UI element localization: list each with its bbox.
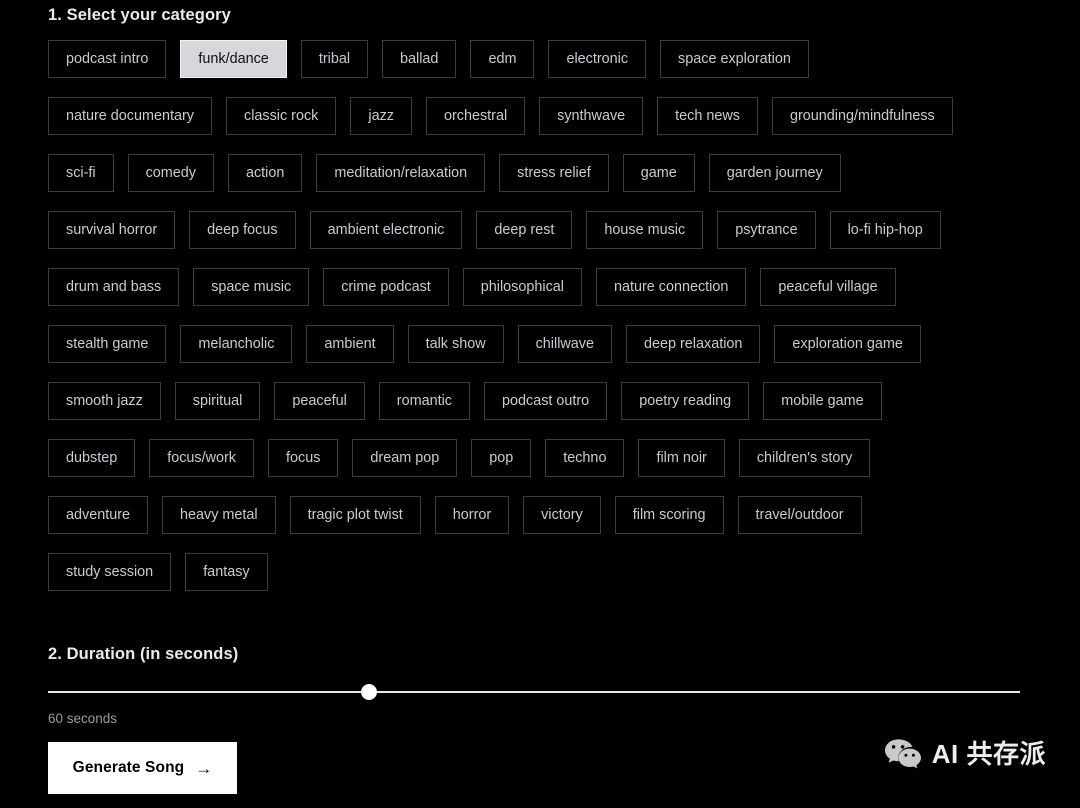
watermark-text: AI 共存派 (931, 739, 1046, 769)
category-chip[interactable]: psytrance (717, 211, 816, 249)
category-chip[interactable]: house music (586, 211, 704, 249)
category-chip[interactable]: electronic (548, 40, 647, 78)
category-chip[interactable]: victory (523, 496, 601, 534)
category-chip[interactable]: dubstep (48, 439, 136, 477)
category-chip[interactable]: deep rest (476, 211, 573, 249)
category-chip[interactable]: sci-fi (48, 154, 114, 192)
category-chip[interactable]: action (227, 154, 303, 192)
duration-section: 2. Duration (in seconds) 60 seconds (48, 639, 1032, 727)
category-chip[interactable]: podcast intro (48, 40, 167, 78)
category-chip-row: sci-fi comedy action meditation/relaxation s… (48, 154, 1032, 192)
category-chip[interactable]: game (622, 154, 695, 192)
category-chip[interactable]: grounding/mindfulness (771, 97, 953, 135)
category-chip-grid: podcast intro funk/dance tribal ballad edm el… (48, 40, 1032, 591)
category-chip[interactable]: chillwave (517, 325, 612, 363)
category-chip[interactable]: stealth game (48, 325, 167, 363)
category-chip[interactable]: focus/work (149, 439, 254, 477)
category-chip[interactable]: ambient (306, 325, 394, 363)
category-chip[interactable]: crime podcast (323, 268, 449, 306)
category-chip[interactable]: classic rock (226, 97, 337, 135)
duration-value-label: 60 seconds (48, 711, 118, 726)
category-chip[interactable]: mobile game (763, 382, 882, 420)
arrow-right-icon: → (195, 758, 213, 778)
category-chip[interactable]: synthwave (539, 97, 644, 135)
category-chip[interactable]: peaceful village (760, 268, 896, 306)
category-chip-row: smooth jazz spiritual peaceful romantic podc… (48, 382, 1032, 420)
category-chip[interactable]: fantasy (185, 553, 268, 591)
category-chip[interactable]: space exploration (660, 40, 809, 78)
category-chip[interactable]: drum and bass (48, 268, 180, 306)
category-chip[interactable]: horror (434, 496, 510, 534)
category-chip[interactable]: orchestral (425, 97, 526, 135)
category-chip[interactable]: podcast outro (483, 382, 608, 420)
category-chip[interactable]: pop (471, 439, 532, 477)
category-chip-row: dubstep focus/work focus dream pop pop techno… (48, 439, 1032, 477)
generate-song-button[interactable]: Generate Song → (48, 742, 237, 794)
category-chip[interactable]: dream pop (352, 439, 458, 477)
category-chip[interactable]: focus (268, 439, 339, 477)
category-chip[interactable]: film scoring (614, 496, 724, 534)
category-chip[interactable]: lo-fi hip-hop (829, 211, 941, 249)
category-chip[interactable]: tech news (657, 97, 758, 135)
duration-slider-thumb[interactable] (360, 684, 377, 700)
category-chip[interactable]: exploration game (774, 325, 921, 363)
category-chip[interactable]: film noir (638, 439, 725, 477)
category-chip-row: nature documentary classic rock jazz orches… (48, 97, 1032, 135)
category-chip[interactable]: deep relaxation (626, 325, 761, 363)
category-chip-row: study session fantasy (48, 553, 1032, 591)
category-chip[interactable]: funk/dance (180, 40, 287, 78)
category-chip[interactable]: space music (193, 268, 310, 306)
category-chip[interactable]: poetry reading (621, 382, 750, 420)
generate-song-label: Generate Song (72, 759, 185, 776)
category-chip[interactable]: ballad (382, 40, 457, 78)
category-chip[interactable]: tragic plot twist (289, 496, 421, 534)
category-chip[interactable]: talk show (407, 325, 504, 363)
wechat-icon (884, 738, 922, 770)
category-chip-row: podcast intro funk/dance tribal ballad edm el… (48, 40, 1032, 78)
category-chip[interactable]: garden journey (708, 154, 841, 192)
category-chip[interactable]: jazz (350, 97, 412, 135)
category-chip[interactable]: edm (470, 40, 535, 78)
duration-slider-track[interactable] (48, 691, 1020, 693)
category-chip[interactable]: smooth jazz (48, 382, 161, 420)
category-chip[interactable]: study session (48, 553, 172, 591)
category-chip[interactable]: adventure (48, 496, 149, 534)
category-chip[interactable]: ambient electronic (309, 211, 463, 249)
category-chip[interactable]: peaceful (274, 382, 365, 420)
song-generator-page: 1. Select your category podcast intro fun… (0, 0, 1080, 808)
category-chip-row: survival horror deep focus ambient electro… (48, 211, 1032, 249)
category-chip[interactable]: melancholic (180, 325, 293, 363)
category-chip[interactable]: meditation/relaxation (316, 154, 486, 192)
category-chip[interactable]: nature documentary (48, 97, 212, 135)
category-section-title: 1. Select your category (48, 6, 231, 24)
category-chip[interactable]: deep focus (189, 211, 296, 249)
category-chip[interactable]: travel/outdoor (737, 496, 862, 534)
category-chip-row: adventure heavy metal tragic plot twist hor… (48, 496, 1032, 534)
duration-section-title: 2. Duration (in seconds) (48, 645, 239, 663)
category-chip[interactable]: techno (545, 439, 625, 477)
watermark: AI 共存派 (884, 738, 1046, 770)
category-chip[interactable]: comedy (127, 154, 214, 192)
category-chip[interactable]: nature connection (595, 268, 747, 306)
category-chip[interactable]: spiritual (174, 382, 261, 420)
category-chip-row: drum and bass space music crime podcast phi… (48, 268, 1032, 306)
category-chip[interactable]: stress relief (499, 154, 609, 192)
category-chip[interactable]: romantic (378, 382, 470, 420)
category-chip[interactable]: philosophical (462, 268, 582, 306)
category-chip[interactable]: survival horror (48, 211, 176, 249)
duration-slider[interactable] (48, 684, 1032, 700)
category-chip[interactable]: tribal (300, 40, 369, 78)
category-chip-row: stealth game melancholic ambient talk show c… (48, 325, 1032, 363)
category-chip[interactable]: heavy metal (162, 496, 276, 534)
category-chip[interactable]: children's story (738, 439, 871, 477)
